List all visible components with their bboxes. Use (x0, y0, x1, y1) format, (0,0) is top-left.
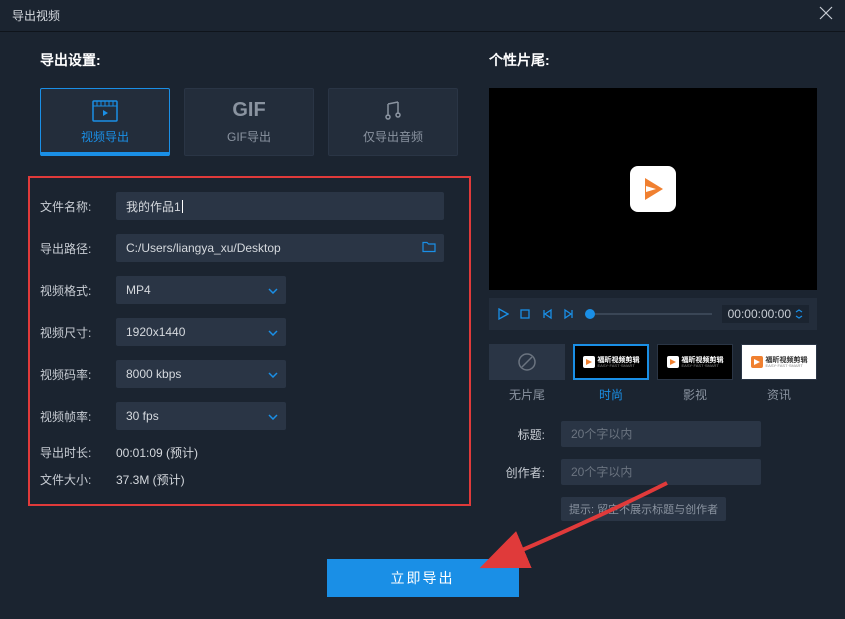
stop-icon[interactable] (519, 308, 531, 320)
bitrate-label: 视频码率: (40, 366, 100, 383)
path-input[interactable]: C:/Users/liangya_xu/Desktop (116, 234, 444, 262)
meta-title-label: 标题: (489, 426, 545, 443)
path-label: 导出路径: (40, 240, 100, 257)
style-label-fashion: 时尚 (573, 386, 649, 403)
ending-style-news[interactable]: 福昕视频剪辑EASY·FAST·SMART (741, 344, 817, 380)
path-value: C:/Users/liangya_xu/Desktop (126, 241, 281, 255)
filename-label: 文件名称: (40, 198, 100, 215)
settings-highlight-box: 文件名称: 我的作品1 导出路径: C:/Users/liangya_xu/De… (28, 176, 471, 506)
export-button[interactable]: 立即导出 (327, 559, 519, 597)
bitrate-select[interactable]: 8000 kbps (116, 360, 286, 388)
chevron-down-icon (268, 409, 278, 423)
style-label-none: 无片尾 (489, 386, 565, 403)
app-logo-icon (630, 166, 676, 212)
expand-icon[interactable] (795, 309, 803, 319)
meta-author-input[interactable] (561, 459, 761, 485)
meta-hint: 提示: 留空不展示标题与创作者 (561, 497, 726, 521)
player-controls: 00:00:00:00 (489, 298, 817, 330)
tab-audio-export[interactable]: 仅导出音频 (328, 88, 458, 156)
size-select[interactable]: 1920x1440 (116, 318, 286, 346)
ending-style-movie[interactable]: 福昕视频剪辑EASY·FAST·SMART (657, 344, 733, 380)
ending-style-fashion[interactable]: 福昕视频剪辑EASY·FAST·SMART (573, 344, 649, 380)
filename-input-wrap[interactable]: 我的作品1 (116, 192, 444, 220)
format-value: MP4 (126, 283, 151, 297)
size-label: 视频尺寸: (40, 324, 100, 341)
tab-gif-label: GIF导出 (227, 128, 271, 145)
ending-style-none[interactable] (489, 344, 565, 380)
style-label-news: 资讯 (741, 386, 817, 403)
fps-value: 30 fps (126, 409, 159, 423)
format-label: 视频格式: (40, 282, 100, 299)
tab-audio-label: 仅导出音频 (363, 128, 423, 145)
duration-label: 导出时长: (40, 444, 100, 461)
play-icon[interactable] (497, 308, 509, 320)
chevron-down-icon (268, 367, 278, 381)
fps-select[interactable]: 30 fps (116, 402, 286, 430)
meta-title-input[interactable] (561, 421, 761, 447)
next-icon[interactable] (563, 308, 575, 320)
time-display: 00:00:00:00 (722, 305, 809, 323)
tab-gif-export[interactable]: GIF GIF导出 (184, 88, 314, 156)
browse-folder-icon[interactable] (422, 241, 436, 256)
filename-value: 我的作品1 (126, 198, 181, 215)
tab-video-export[interactable]: 视频导出 (40, 88, 170, 156)
window-title: 导出视频 (12, 7, 60, 24)
preview-player (489, 88, 817, 290)
ending-title: 个性片尾: (489, 50, 817, 70)
format-select[interactable]: MP4 (116, 276, 286, 304)
progress-slider[interactable] (585, 313, 712, 315)
prev-icon[interactable] (541, 308, 553, 320)
close-icon[interactable] (819, 6, 833, 25)
bitrate-value: 8000 kbps (126, 367, 181, 381)
chevron-down-icon (268, 283, 278, 297)
export-settings-title: 导出设置: (40, 50, 465, 70)
filesize-value: 37.3M (预计) (116, 471, 185, 488)
size-value: 1920x1440 (126, 325, 185, 339)
filesize-label: 文件大小: (40, 471, 100, 488)
meta-author-label: 创作者: (489, 464, 545, 481)
duration-value: 00:01:09 (预计) (116, 444, 198, 461)
chevron-down-icon (268, 325, 278, 339)
fps-label: 视频帧率: (40, 408, 100, 425)
tab-video-label: 视频导出 (81, 128, 129, 145)
style-label-movie: 影视 (657, 386, 733, 403)
